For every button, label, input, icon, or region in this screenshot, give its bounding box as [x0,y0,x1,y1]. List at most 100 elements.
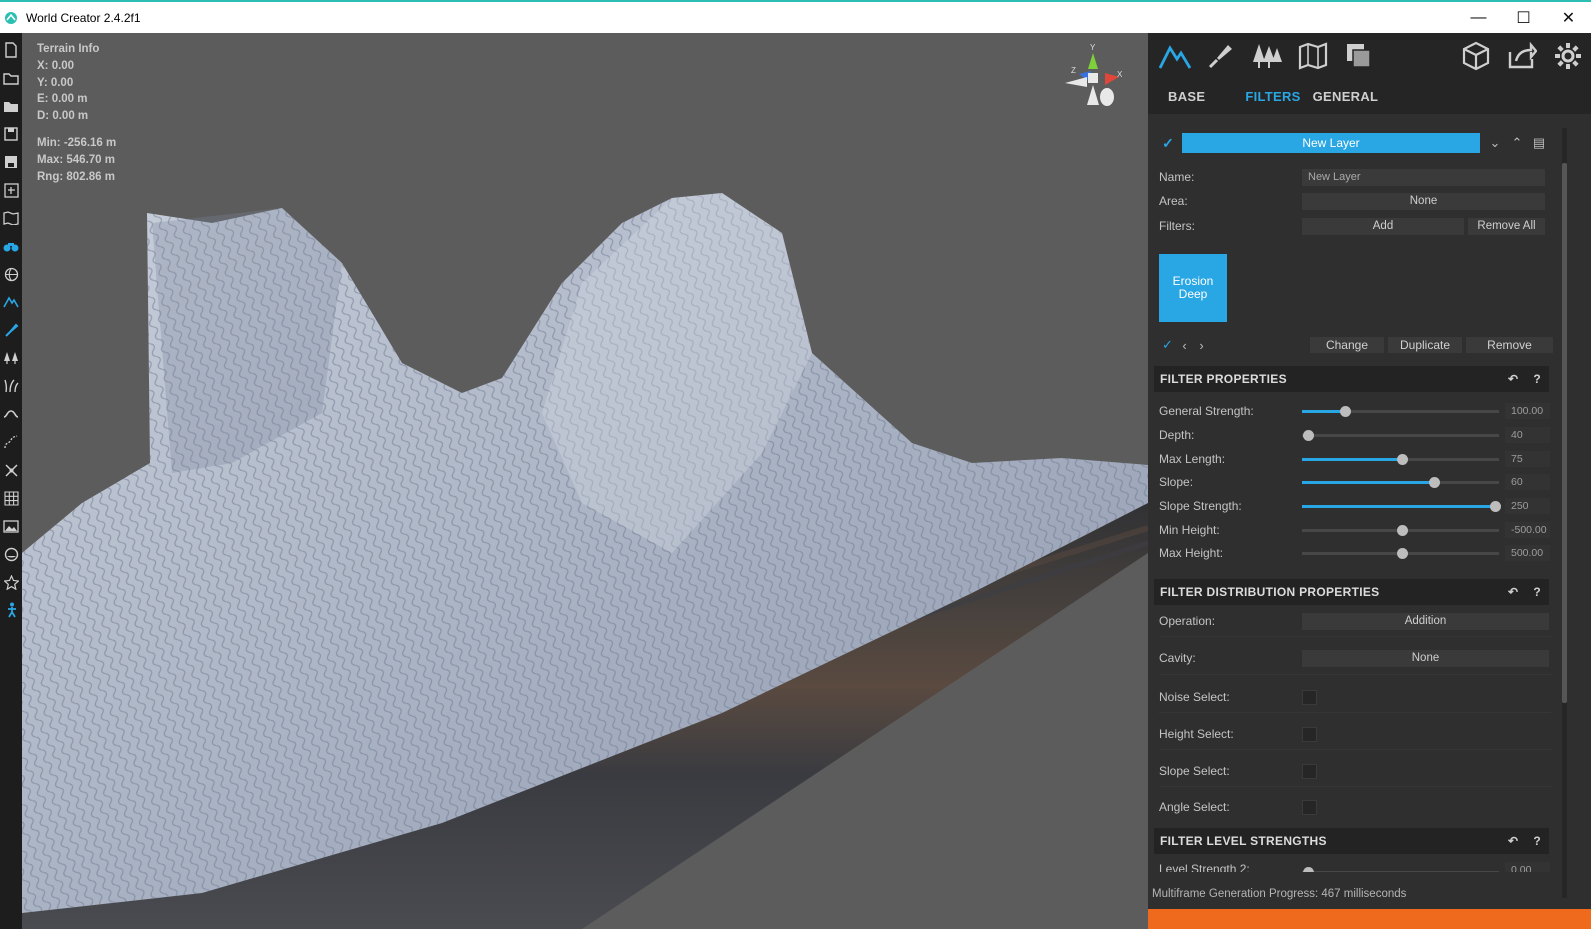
tab-filters[interactable]: FILTERS [1245,89,1300,104]
3d-viewport[interactable]: Terrain Info X: 0.00 Y: 0.00 E: 0.00 m D… [22,33,1148,929]
reset-icon[interactable]: ↶ [1501,585,1525,599]
save-icon[interactable] [2,125,20,143]
slider-track[interactable] [1302,500,1502,512]
save-as-icon[interactable] [2,153,20,171]
slider-value-field[interactable]: 75 [1505,451,1550,467]
maximize-button[interactable]: ☐ [1501,2,1546,33]
cavity-select[interactable]: None [1302,649,1549,667]
filter-properties-header[interactable]: FILTER PROPERTIES ↶ ? [1154,366,1549,392]
share-icon[interactable] [1503,37,1541,75]
brush-icon[interactable] [1202,37,1240,75]
level-strength-2-value[interactable]: 0.00 [1505,862,1550,872]
slider-track[interactable] [1302,405,1499,417]
tab-base[interactable]: BASE [1168,89,1205,104]
previous-filter-icon[interactable]: ‹ [1176,338,1193,353]
mountain-icon[interactable] [2,293,20,311]
open-recent-icon[interactable] [2,97,20,115]
circle-icon[interactable] [2,545,20,563]
grid-icon[interactable] [2,489,20,507]
reset-icon[interactable]: ↶ [1501,372,1525,386]
river-icon[interactable] [2,405,20,423]
trees-icon[interactable] [2,349,20,367]
slider-value-field[interactable]: -500.00 [1505,522,1550,538]
minimize-button[interactable]: — [1456,2,1501,33]
slider-handle[interactable] [1397,547,1409,559]
slider-value-field[interactable]: 40 [1505,427,1550,443]
noise-select-checkbox[interactable] [1302,689,1317,705]
gear-icon[interactable] [1549,37,1587,75]
help-icon[interactable]: ? [1525,372,1549,386]
orientation-gizmo-icon[interactable]: Y X Z [1057,41,1127,116]
figure-icon[interactable] [2,601,20,619]
slider-handle[interactable] [1397,524,1409,536]
height-select-label: Height Select: [1159,727,1234,741]
star-icon[interactable] [2,573,20,591]
layer-select-button[interactable]: New Layer [1182,133,1480,153]
layer-enabled-checkbox[interactable]: ✓ [1158,135,1178,152]
slider-label: Min Height: [1159,523,1220,537]
slider-handle[interactable] [1397,453,1409,465]
terrain-info-x: X: 0.00 [37,59,75,72]
tab-general[interactable]: GENERAL [1313,89,1379,104]
level-strengths-header[interactable]: FILTER LEVEL STRENGTHS ↶ ? [1154,828,1549,854]
change-filter-button[interactable]: Change [1310,337,1384,353]
new-file-icon[interactable] [2,41,20,59]
image-icon[interactable] [2,517,20,535]
panel-scrollbar[interactable] [1562,128,1567,898]
slider-value-field[interactable]: 250 [1505,498,1550,514]
slider-handle[interactable] [1340,405,1352,417]
cube-icon[interactable] [1457,37,1495,75]
path-icon[interactable] [2,433,20,451]
app-logo-icon [5,11,17,24]
distribution-header[interactable]: FILTER DISTRIBUTION PROPERTIES ↶ ? [1154,579,1549,605]
next-filter-icon[interactable]: › [1193,338,1210,353]
brush-icon[interactable] [2,321,20,339]
area-select[interactable]: None [1302,192,1545,210]
delete-layer-icon[interactable]: ▤ [1528,135,1550,151]
help-icon[interactable]: ? [1525,585,1549,599]
slider-value-field[interactable]: 100.00 [1505,403,1550,419]
slider-handle[interactable] [1428,476,1440,488]
area-row: Area: None [1159,191,1549,211]
transform-icon[interactable] [2,461,20,479]
open-folder-icon[interactable] [2,69,20,87]
height-select-checkbox[interactable] [1302,726,1317,742]
remove-all-filters-button[interactable]: Remove All [1468,217,1545,235]
slider-track[interactable] [1302,476,1499,488]
slider-handle[interactable] [1490,500,1502,512]
chevron-up-icon[interactable]: ⌃ [1506,135,1528,151]
remove-filter-button[interactable]: Remove [1466,337,1553,353]
map-icon[interactable] [2,209,20,227]
trees-icon[interactable] [1248,37,1286,75]
filter-card-erosion-deep[interactable]: Erosion Deep [1159,254,1227,322]
add-filter-button[interactable]: Add [1302,217,1464,235]
import-icon[interactable] [2,181,20,199]
help-icon[interactable]: ? [1525,834,1549,848]
slider-value-field[interactable]: 60 [1505,474,1550,490]
globe-icon[interactable] [2,265,20,283]
slider-track[interactable] [1302,429,1499,441]
slider-track[interactable] [1302,547,1499,559]
map-icon[interactable] [1294,37,1332,75]
scrollbar-thumb[interactable] [1562,163,1567,703]
grass-icon[interactable] [2,377,20,395]
binoculars-icon[interactable] [2,237,20,255]
slider-track[interactable] [1302,524,1499,536]
operation-select[interactable]: Addition [1302,612,1549,630]
slope-select-checkbox[interactable] [1302,763,1317,779]
angle-select-checkbox[interactable] [1302,799,1317,815]
filter-enabled-checkbox[interactable]: ✓ [1159,337,1176,353]
name-label: Name: [1159,170,1195,184]
chevron-down-icon[interactable]: ⌄ [1484,135,1506,151]
slider-track[interactable] [1302,453,1499,465]
slider-value-field[interactable]: 500.00 [1505,545,1550,561]
title-bar: World Creator 2.4.2f1 — ☐ ✕ [0,0,1591,33]
duplicate-filter-button[interactable]: Duplicate [1388,337,1462,353]
mountain-icon[interactable] [1156,37,1194,75]
slider-handle[interactable] [1302,429,1314,441]
reset-icon[interactable]: ↶ [1501,834,1525,848]
close-button[interactable]: ✕ [1546,2,1591,33]
layer-name-field[interactable]: New Layer [1302,168,1545,186]
layers-icon[interactable] [1340,37,1378,75]
level-strength-2-slider[interactable] [1302,867,1499,872]
